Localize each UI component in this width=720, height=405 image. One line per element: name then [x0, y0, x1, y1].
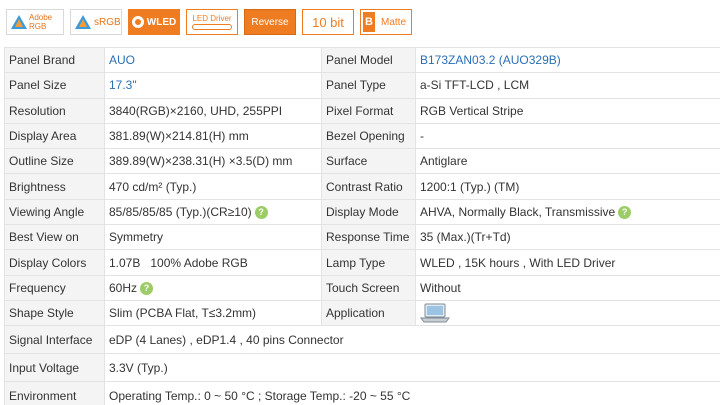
table-row: Best View on Symmetry Response Time 35 (… — [4, 224, 720, 251]
spec-label: Input Voltage — [4, 353, 105, 383]
spec-label: Panel Type — [321, 72, 416, 99]
spec-value: Symmetry — [104, 224, 322, 251]
matte-badge: B Matte — [360, 9, 412, 35]
help-circle-icon[interactable]: ? — [254, 206, 268, 220]
spec-label: Brightness — [4, 173, 105, 200]
wled-badge: WLED — [128, 9, 180, 35]
table-row: Environment Operating Temp.: 0 ~ 50 °C ;… — [4, 381, 720, 405]
matte-letter-icon: B — [363, 12, 375, 32]
spec-value: 1200:1 (Typ.) (TM) — [415, 173, 720, 200]
reverse-badge: Reverse — [244, 9, 296, 35]
spec-value: 85/85/85/85 (Typ.)(CR≥10)? — [104, 198, 322, 226]
spec-value: 60Hz? — [104, 274, 322, 301]
spec-label: Surface — [321, 148, 416, 175]
panel-size-link[interactable]: 17.3" — [104, 72, 322, 99]
table-row: Display Area 381.89(W)×214.81(H) mm Beze… — [4, 122, 720, 150]
spec-label: Pixel Format — [321, 97, 416, 124]
help-circle-icon[interactable]: ? — [140, 281, 154, 295]
table-row: Signal Interface eDP (4 Lanes) , eDP1.4 … — [4, 325, 720, 355]
panel-brand-link[interactable]: AUO — [104, 46, 322, 74]
driver-strip-icon — [192, 24, 232, 30]
table-row: Brightness 470 cd/m² (Typ.) Contrast Rat… — [4, 173, 720, 200]
spec-label: Lamp Type — [321, 249, 416, 276]
spec-label: Viewing Angle — [4, 198, 105, 226]
adobe-rgb-badge: Adobe RGB — [6, 9, 64, 35]
spec-label: Display Colors — [4, 249, 105, 276]
spec-value: 35 (Max.)(Tr+Td) — [415, 224, 720, 251]
spec-label: Signal Interface — [4, 325, 105, 355]
led-icon — [131, 16, 144, 28]
spec-value: 470 cd/m² (Typ.) — [104, 173, 322, 200]
spec-table: Panel Brand AUO Panel Model B173ZAN03.2 … — [4, 46, 720, 405]
spec-value: 3.3V (Typ.) — [104, 353, 720, 383]
spec-value: 389.89(W)×238.31(H) ×3.5(D) mm — [104, 148, 322, 175]
spec-label: Contrast Ratio — [321, 173, 416, 200]
help-circle-icon[interactable]: ? — [618, 206, 632, 220]
table-row: Panel Brand AUO Panel Model B173ZAN03.2 … — [4, 46, 720, 74]
spec-value: WLED , 15K hours , With LED Driver — [415, 249, 720, 276]
spec-value: AHVA, Normally Black, Transmissive? — [415, 198, 720, 226]
ten-bit-badge: 10 bit — [302, 9, 354, 35]
table-row: Display Colors 1.07B 100% Adobe RGB Lamp… — [4, 249, 720, 276]
spec-label: Frequency — [4, 274, 105, 301]
table-row: Shape Style Slim (PCBA Flat, T≤3.2mm) Ap… — [4, 299, 720, 327]
spec-label: Panel Model — [321, 46, 416, 74]
spec-label: Panel Brand — [4, 46, 105, 74]
spec-value: Operating Temp.: 0 ~ 50 °C ; Storage Tem… — [104, 381, 720, 405]
spec-value: RGB Vertical Stripe — [415, 97, 720, 124]
table-row: Panel Size 17.3" Panel Type a-Si TFT-LCD… — [4, 72, 720, 99]
spec-label: Panel Size — [4, 72, 105, 99]
spec-value: eDP (4 Lanes) , eDP1.4 , 40 pins Connect… — [104, 325, 720, 355]
feature-badges: Adobe RGB sRGB WLED LED Driver Reverse 1… — [0, 0, 720, 44]
spec-label: Response Time — [321, 224, 416, 251]
laptop-icon[interactable] — [420, 303, 450, 323]
gamut-triangle-icon — [11, 15, 27, 29]
table-row: Resolution 3840(RGB)×2160, UHD, 255PPI P… — [4, 97, 720, 124]
spec-value: 3840(RGB)×2160, UHD, 255PPI — [104, 97, 322, 124]
table-row: Viewing Angle 85/85/85/85 (Typ.)(CR≥10)?… — [4, 198, 720, 226]
spec-value: Slim (PCBA Flat, T≤3.2mm) — [104, 299, 322, 327]
table-row: Input Voltage 3.3V (Typ.) — [4, 353, 720, 383]
table-row: Outline Size 389.89(W)×238.31(H) ×3.5(D)… — [4, 148, 720, 175]
spec-label: Best View on — [4, 224, 105, 251]
spec-label: Display Mode — [321, 198, 416, 226]
spec-label: Outline Size — [4, 148, 105, 175]
led-driver-badge: LED Driver — [186, 9, 238, 35]
spec-value: Antiglare — [415, 148, 720, 175]
table-row: Frequency 60Hz? Touch Screen Without — [4, 274, 720, 301]
gamut-triangle-icon — [75, 15, 91, 29]
spec-label: Application — [321, 299, 416, 327]
spec-value: - — [415, 122, 720, 150]
spec-label: Bezel Opening — [321, 122, 416, 150]
spec-value: 381.89(W)×214.81(H) mm — [104, 122, 322, 150]
spec-value — [415, 299, 720, 327]
spec-value: 1.07B 100% Adobe RGB — [104, 249, 322, 276]
spec-label: Display Area — [4, 122, 105, 150]
spec-label: Touch Screen — [321, 274, 416, 301]
spec-label: Resolution — [4, 97, 105, 124]
panel-model-link[interactable]: B173ZAN03.2 (AUO329B) — [415, 46, 720, 74]
spec-value: a-Si TFT-LCD , LCM — [415, 72, 720, 99]
spec-label: Environment — [4, 381, 105, 405]
spec-label: Shape Style — [4, 299, 105, 327]
spec-value: Without — [415, 274, 720, 301]
srgb-badge: sRGB — [70, 9, 122, 35]
